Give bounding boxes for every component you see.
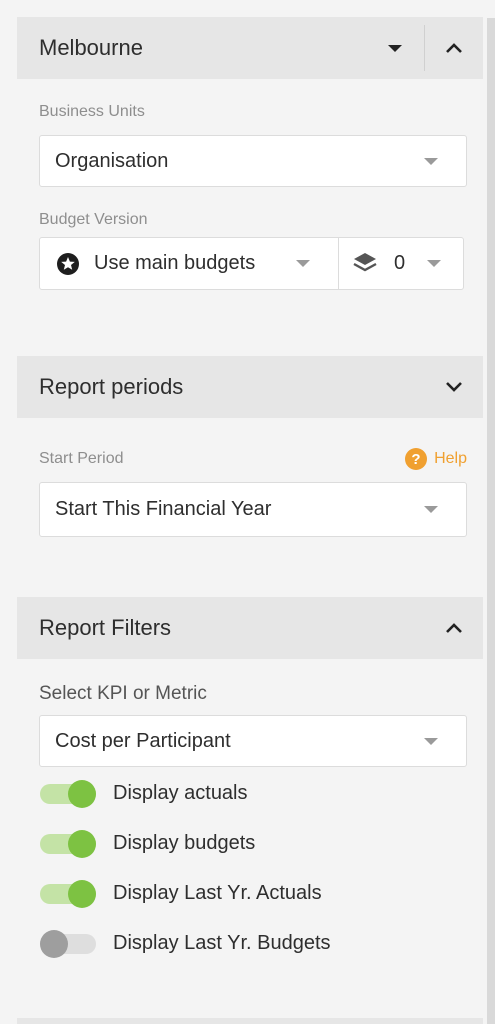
kpi-label: Select KPI or Metric xyxy=(39,683,207,704)
budget-version-control: Use main budgets 0 xyxy=(39,237,464,290)
kpi-select[interactable]: Cost per Participant xyxy=(39,715,467,767)
help-link[interactable]: ? Help xyxy=(404,447,467,471)
caret-down-icon xyxy=(296,260,310,267)
report-filters-title: Report Filters xyxy=(39,615,172,640)
chevron-up-icon xyxy=(446,623,462,633)
start-period-value: Start This Financial Year xyxy=(55,498,272,520)
start-period-select[interactable]: Start This Financial Year xyxy=(39,482,467,537)
collapse-location-button[interactable] xyxy=(425,17,483,79)
caret-down-icon xyxy=(424,157,438,165)
settings-panel: Melbourne Business Units Organisation Bu… xyxy=(0,0,495,1024)
location-header: Melbourne xyxy=(17,17,483,79)
toggle-switch[interactable] xyxy=(40,879,96,908)
toggle-switch[interactable] xyxy=(40,829,96,858)
report-filters-header[interactable]: Report Filters xyxy=(17,597,483,659)
layers-icon xyxy=(353,252,377,271)
expand-report-periods-button[interactable] xyxy=(425,356,483,418)
toggle-knob xyxy=(40,929,68,958)
start-period-label: Start Period xyxy=(39,450,124,467)
business-units-value: Organisation xyxy=(55,149,169,172)
toggle-knob xyxy=(68,779,96,808)
toggle-display-last-yr-actuals[interactable]: Display Last Yr. Actuals xyxy=(40,879,322,908)
caret-down-icon xyxy=(427,260,441,267)
toggle-label: Display Last Yr. Actuals xyxy=(113,882,322,904)
budget-layers-value: 0 xyxy=(394,252,406,274)
help-icon: ? xyxy=(405,448,428,470)
caret-down-icon xyxy=(424,506,438,513)
toggle-knob xyxy=(68,879,96,908)
toggle-display-budgets[interactable]: Display budgets xyxy=(40,829,256,858)
toggle-label: Display actuals xyxy=(113,782,248,804)
toggle-switch[interactable] xyxy=(40,929,96,958)
business-units-label: Business Units xyxy=(39,103,145,120)
toggle-label: Display budgets xyxy=(113,832,256,854)
collapse-report-filters-button[interactable] xyxy=(425,597,483,659)
toggle-label: Display Last Yr. Budgets xyxy=(113,932,331,954)
help-text: Help xyxy=(434,450,467,467)
report-periods-title: Report periods xyxy=(39,374,184,399)
budget-layers-select[interactable]: 0 xyxy=(339,238,463,289)
location-title: Melbourne xyxy=(39,35,143,60)
location-dropdown-button[interactable] xyxy=(366,17,424,79)
caret-down-icon xyxy=(424,737,438,745)
budget-version-select[interactable]: Use main budgets xyxy=(40,238,339,289)
toggle-display-actuals[interactable]: Display actuals xyxy=(40,779,248,808)
toggle-switch[interactable] xyxy=(40,779,96,808)
caret-down-icon xyxy=(388,44,402,52)
star-icon xyxy=(57,252,79,275)
toggle-knob xyxy=(68,829,96,858)
svg-text:?: ? xyxy=(412,451,421,468)
report-periods-header[interactable]: Report periods xyxy=(17,356,483,418)
chevron-down-icon xyxy=(446,382,462,392)
scrollbar[interactable] xyxy=(487,18,495,1024)
budget-version-label: Budget Version xyxy=(39,211,148,228)
business-units-select[interactable]: Organisation xyxy=(39,135,467,187)
chevron-up-icon xyxy=(446,43,462,53)
next-section-header xyxy=(17,1018,483,1024)
budget-version-value: Use main budgets xyxy=(94,252,256,274)
kpi-value: Cost per Participant xyxy=(55,729,231,752)
toggle-display-last-yr-budgets[interactable]: Display Last Yr. Budgets xyxy=(40,929,331,958)
